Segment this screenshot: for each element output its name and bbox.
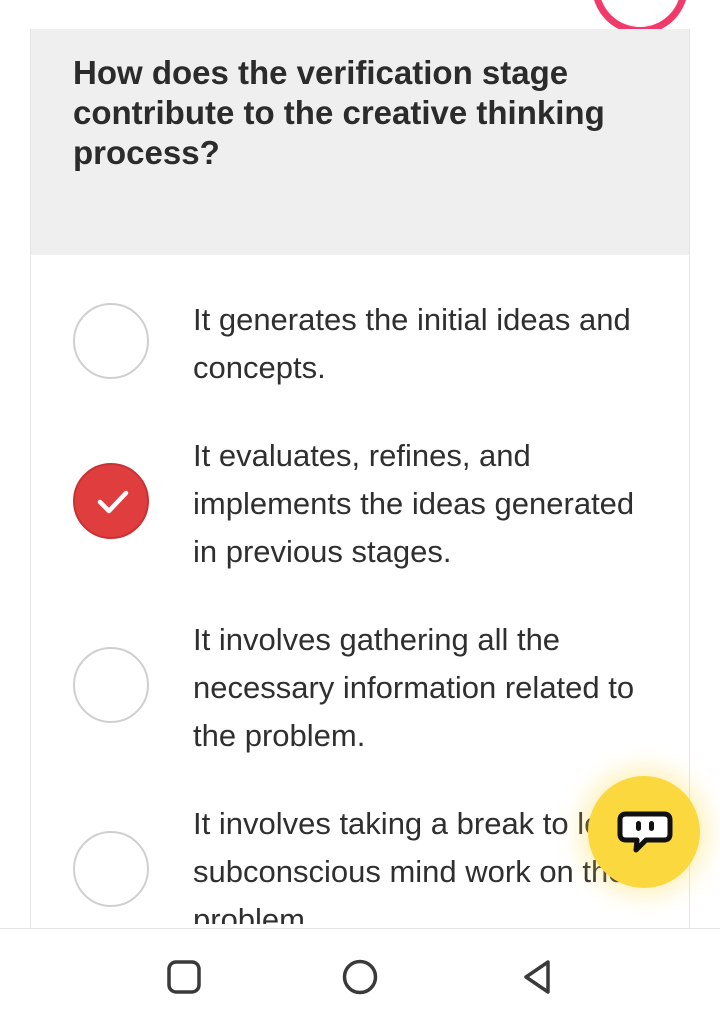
chat-bubble-icon — [617, 811, 673, 853]
circle-icon — [342, 959, 378, 995]
answer-option-text: It generates the initial ideas and conce… — [193, 302, 631, 385]
radio-button[interactable] — [73, 303, 149, 379]
question-header: How does the verification stage contribu… — [31, 29, 689, 255]
answer-option-text: It evaluates, refines, and implements th… — [193, 438, 635, 569]
back-button[interactable] — [520, 959, 556, 995]
square-icon — [167, 960, 201, 994]
check-icon — [97, 490, 129, 514]
question-card: How does the verification stage contribu… — [30, 29, 690, 929]
radio-button[interactable] — [73, 647, 149, 723]
home-button[interactable] — [342, 959, 378, 995]
chat-assistant-button[interactable] — [588, 776, 700, 888]
system-navigation-bar — [0, 928, 720, 1025]
answer-option-text: It involves gathering all the necessary … — [193, 622, 635, 753]
recents-button[interactable] — [166, 959, 202, 995]
question-text: How does the verification stage contribu… — [73, 54, 605, 171]
radio-button-selected[interactable] — [73, 463, 149, 539]
radio-button[interactable] — [73, 831, 149, 907]
triangle-back-icon — [524, 960, 550, 994]
